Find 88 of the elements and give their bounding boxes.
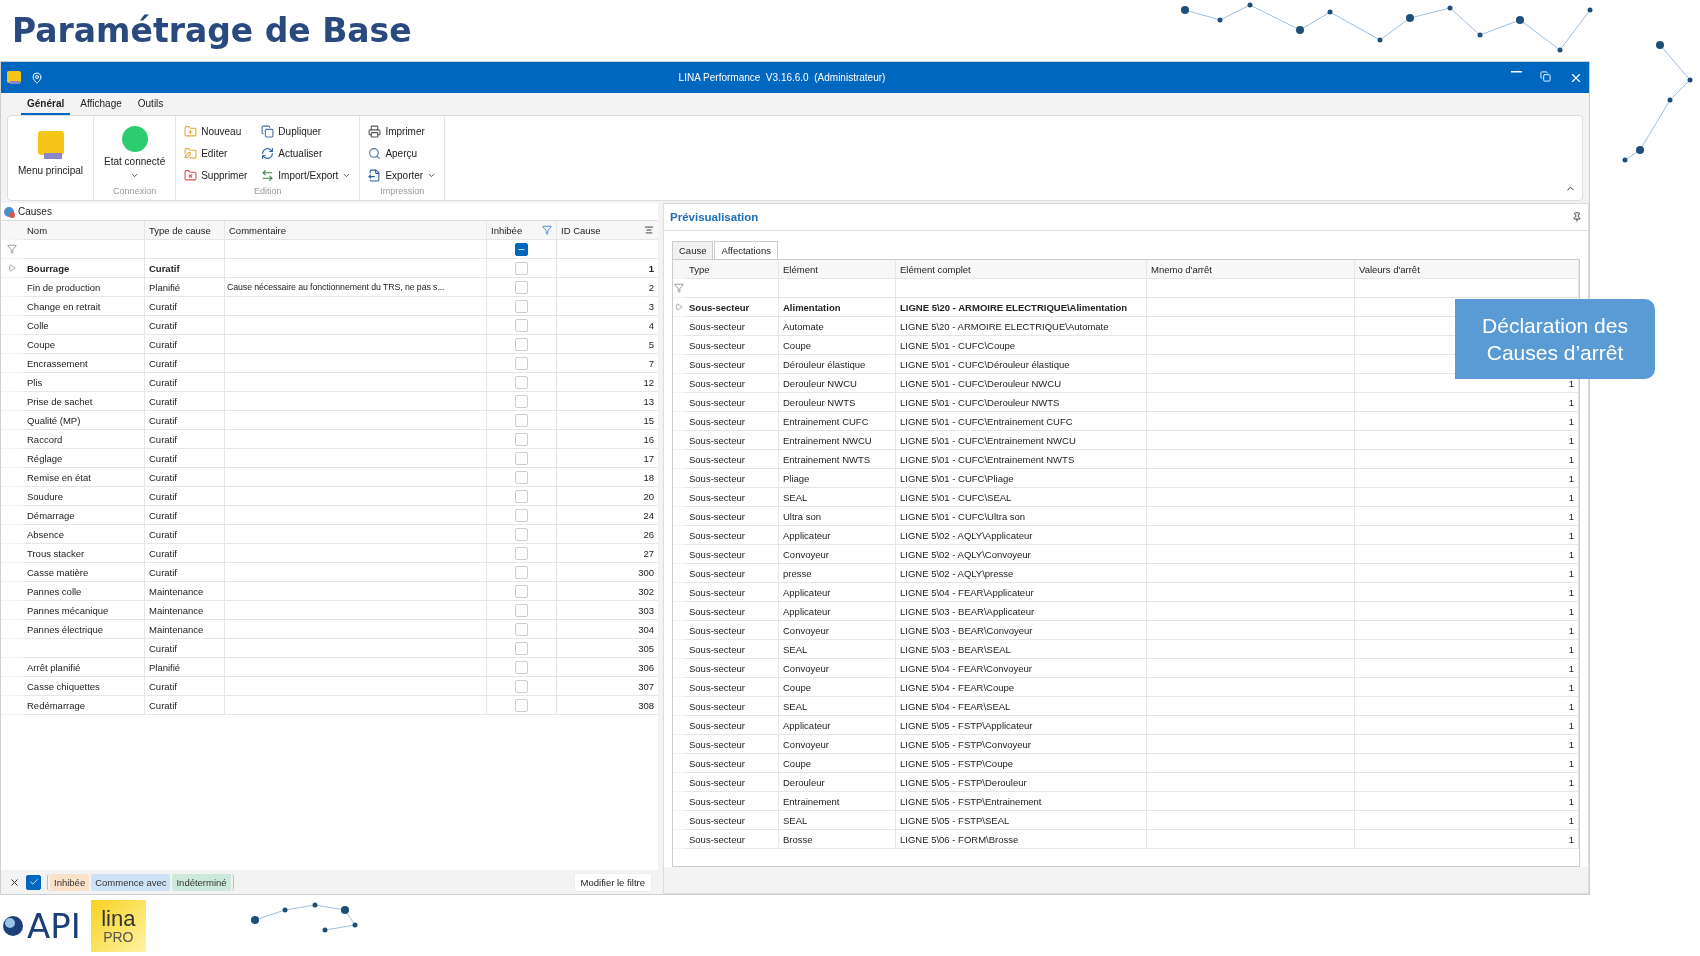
expand-icon[interactable] — [8, 264, 16, 272]
checkbox[interactable] — [515, 622, 528, 636]
edit-filter-button[interactable]: Modifier le filtre — [573, 872, 652, 892]
globe-icon — [2, 914, 24, 937]
menu-button[interactable]: Menu principal — [14, 128, 88, 178]
ribbon-button[interactable]: Import/Export — [259, 168, 354, 182]
checkbox[interactable] — [515, 698, 528, 712]
filter-icon[interactable] — [542, 225, 552, 235]
ribbon-button[interactable]: Supprimer — [182, 168, 250, 182]
filter-checkbox[interactable] — [515, 242, 528, 256]
pin-icon[interactable] — [1572, 212, 1582, 222]
table-cell: Sous-secteur — [685, 830, 779, 849]
table-cell: Curatif — [145, 696, 225, 715]
panel-title: Causes — [18, 206, 52, 217]
window-title: LINA Performance V3.16.6.0 (Administrateur) — [678, 72, 886, 83]
checkbox[interactable] — [515, 508, 528, 522]
expand-icon[interactable] — [675, 303, 683, 311]
printer-icon — [368, 124, 382, 138]
folder-x-icon — [184, 168, 198, 182]
copy-icon — [261, 124, 275, 138]
filter-chip[interactable]: Commence avec — [91, 873, 171, 891]
product-logo: lina PRO — [90, 899, 146, 952]
checkbox[interactable] — [515, 641, 528, 655]
check-icon — [28, 877, 39, 887]
group-label: Connexion — [112, 186, 158, 198]
ribbon-button[interactable]: Nouveau — [182, 124, 250, 138]
checkbox[interactable] — [515, 356, 528, 370]
restore-icon — [1540, 70, 1551, 82]
checkbox[interactable] — [515, 432, 528, 446]
ribbon-tab[interactable]: Affichage — [74, 95, 128, 115]
checkbox[interactable] — [515, 413, 528, 427]
preview-icon — [368, 146, 382, 160]
table-cell: Redémarrage — [23, 696, 145, 715]
clear-filter-icon[interactable] — [9, 876, 20, 888]
causes-icon — [3, 205, 15, 218]
checkbox[interactable] — [515, 375, 528, 389]
group-label: Impression — [379, 186, 426, 198]
checkbox[interactable] — [515, 394, 528, 408]
tab[interactable]: Cause — [672, 241, 714, 259]
table-cell: Brosse — [779, 830, 896, 849]
restore-button[interactable] — [1540, 70, 1551, 85]
app-icon — [7, 70, 21, 85]
group-label: Edition — [253, 186, 283, 198]
ribbon-button[interactable]: Imprimer — [366, 124, 439, 138]
company-logo: API — [27, 905, 81, 946]
pin-icon[interactable] — [31, 71, 43, 84]
checkbox[interactable] — [515, 584, 528, 598]
ribbon-tab[interactable]: Outils — [131, 95, 170, 115]
refresh-icon — [261, 146, 275, 160]
checkbox[interactable] — [515, 679, 528, 693]
export-icon — [368, 168, 382, 182]
folder-pen-icon — [184, 146, 198, 160]
filter-icon[interactable] — [674, 283, 684, 293]
table-cell: LIGNE 5\06 - FORM\Brosse — [896, 830, 1147, 849]
callout: Déclaration des Causes d’arrêt — [1455, 299, 1655, 379]
checkbox[interactable] — [515, 565, 528, 579]
checkbox[interactable] — [515, 280, 528, 294]
lina-icon — [37, 130, 64, 161]
checkbox[interactable] — [515, 337, 528, 351]
ribbon-button[interactable]: Editer — [182, 146, 250, 160]
checkbox[interactable] — [515, 451, 528, 465]
ribbon-button[interactable]: Actualiser — [259, 146, 354, 160]
sort-icon[interactable] — [644, 225, 654, 235]
table-cell: 1 — [1355, 830, 1579, 849]
slide-title: Paramétrage de Base — [12, 11, 412, 50]
filter-chip[interactable]: Indéterminé — [172, 873, 231, 891]
filter-chip[interactable]: Inhibée — [50, 873, 90, 891]
checkbox[interactable] — [515, 489, 528, 503]
transfer-icon — [261, 168, 275, 182]
connection-button[interactable]: Etat connecté — [100, 124, 170, 182]
checkbox[interactable] — [515, 660, 528, 674]
ribbon-button[interactable]: Aperçu — [366, 146, 439, 160]
checkbox[interactable] — [515, 546, 528, 560]
filter-icon[interactable] — [7, 244, 17, 254]
checkbox[interactable] — [515, 318, 528, 332]
tab[interactable]: Affectations — [714, 241, 778, 259]
minimize-icon — [1511, 70, 1522, 73]
ribbon-button[interactable]: Dupliquer — [259, 124, 354, 138]
checkbox[interactable] — [515, 527, 528, 541]
checkbox[interactable] — [515, 603, 528, 617]
checkbox[interactable] — [515, 261, 528, 275]
ribbon-button[interactable]: Exporter — [366, 168, 439, 182]
checkbox[interactable] — [515, 470, 528, 484]
checkbox[interactable] — [515, 299, 528, 313]
table-cell: 308 — [557, 696, 658, 715]
panel-title: Prévisualisation — [670, 211, 759, 223]
folder-plus-icon — [184, 124, 198, 138]
filter-checkbox[interactable] — [26, 874, 41, 890]
